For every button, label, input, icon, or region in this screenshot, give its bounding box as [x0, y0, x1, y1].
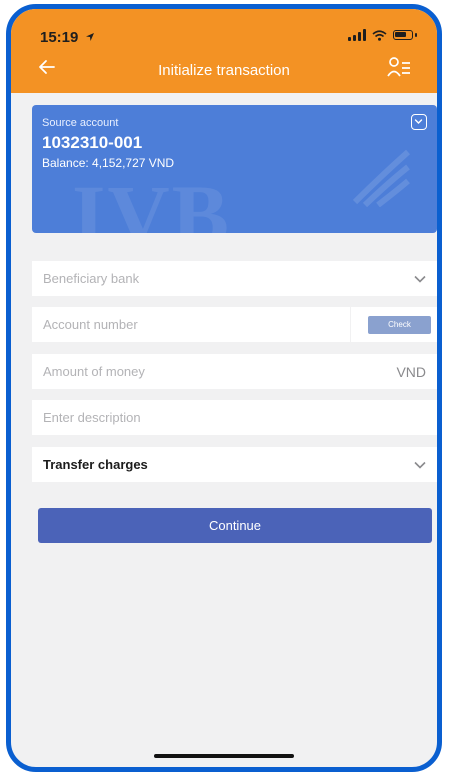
signal-icon: [348, 29, 366, 41]
currency-suffix: VND: [396, 363, 426, 380]
battery-icon: [393, 30, 413, 40]
home-indicator[interactable]: [154, 754, 294, 758]
transfer-charges-select[interactable]: Transfer charges: [32, 447, 437, 482]
phone-frame: 15:19 Initialize transaction IVB Source …: [6, 4, 442, 772]
check-account-button[interactable]: Check: [368, 315, 431, 334]
logo-swoosh-icon: [352, 149, 410, 207]
status-time: 15:19: [40, 29, 95, 46]
status-icons: [348, 29, 417, 41]
location-arrow-icon: [85, 33, 94, 41]
amount-field[interactable]: Amount of money VND: [32, 354, 437, 389]
beneficiary-bank-select[interactable]: Beneficiary bank: [32, 261, 437, 296]
status-time-text: 15:19: [40, 29, 79, 46]
bank-logo-watermark: IVB: [72, 167, 231, 233]
continue-button[interactable]: Continue: [38, 508, 432, 543]
account-number: 1032310-001: [42, 133, 143, 152]
amount-placeholder: Amount of money: [43, 364, 145, 379]
transfer-charges-label: Transfer charges: [43, 457, 148, 472]
source-account-card[interactable]: IVB Source account 1032310-001 Balance: …: [32, 105, 437, 233]
account-select-button[interactable]: [411, 114, 427, 130]
account-number-placeholder: Account number: [43, 317, 138, 332]
field-divider: [350, 307, 351, 342]
description-field[interactable]: Enter description: [32, 400, 437, 435]
account-balance: Balance: 4,152,727 VND: [42, 156, 175, 170]
contacts-list-icon[interactable]: [387, 56, 411, 78]
chevron-down-icon: [414, 461, 426, 469]
description-placeholder: Enter description: [43, 410, 141, 425]
account-number-field[interactable]: Account number Check: [32, 307, 437, 342]
app-header: 15:19 Initialize transaction: [11, 9, 437, 93]
beneficiary-bank-placeholder: Beneficiary bank: [43, 271, 140, 286]
source-account-label: Source account: [42, 117, 119, 129]
wifi-icon: [372, 29, 387, 41]
battery-tip: [415, 33, 417, 37]
page-title: Initialize transaction: [158, 62, 290, 79]
chevron-down-icon: [414, 275, 426, 283]
chevron-down-icon: [414, 119, 423, 124]
